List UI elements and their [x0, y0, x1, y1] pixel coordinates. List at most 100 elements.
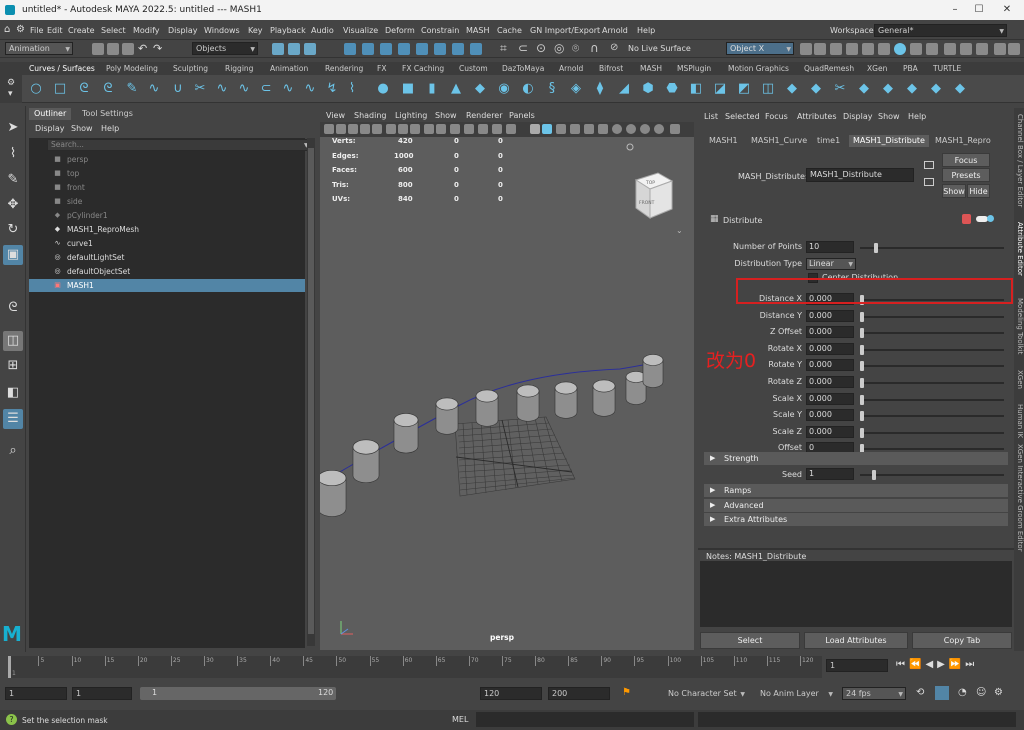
shelf-tab-sculpting[interactable]: Sculpting: [173, 64, 208, 73]
shelf-tab-quadremesh[interactable]: QuadRemesh: [804, 64, 854, 73]
character-icon[interactable]: ☺: [976, 687, 986, 698]
ae-tab-mash1-curve[interactable]: MASH1_Curve: [747, 135, 811, 147]
render-settings-icon[interactable]: [846, 43, 858, 55]
distribution-type-select[interactable]: Linear: [806, 258, 856, 270]
menu-mash[interactable]: MASH: [466, 26, 489, 35]
outliner-scrollbar[interactable]: [307, 138, 315, 646]
snap-point-icon[interactable]: ⊙: [536, 41, 546, 55]
scale-y-field[interactable]: 0.000: [806, 409, 854, 421]
shelf-tab-mash[interactable]: MASH: [640, 64, 662, 73]
playback-controls-icon[interactable]: ⏮⏪◀▶⏩⏭: [896, 659, 978, 670]
render-view-icon[interactable]: [800, 43, 812, 55]
shelf-tab-turtle[interactable]: TURTLE: [933, 64, 961, 73]
menu-audio[interactable]: Audio: [311, 26, 334, 35]
scale-y-slider-knob[interactable]: [860, 411, 864, 421]
rotate-tool-icon[interactable]: ↻: [3, 220, 23, 240]
select-surfaces-icon[interactable]: [398, 43, 410, 55]
viewport-menu-lighting[interactable]: Lighting: [395, 111, 427, 120]
undo-icon[interactable]: ↶: [138, 42, 147, 55]
ae-menu-help[interactable]: Help: [908, 112, 926, 121]
frame-ramps[interactable]: Ramps: [704, 484, 1008, 497]
menu-modify[interactable]: Modify: [133, 26, 160, 35]
home-icon[interactable]: ⌂: [4, 24, 10, 35]
menuset-select[interactable]: Animation: [5, 42, 73, 55]
planar-icon[interactable]: ◈: [568, 81, 584, 97]
menu-create[interactable]: Create: [68, 26, 95, 35]
time-ruler[interactable]: 1 5 10 15 20 25 30 35 40 45 50 55 60 65 70 75 80 85 90 95 1…: [8, 656, 822, 678]
detach-curves-icon[interactable]: ✂: [192, 81, 208, 97]
wireframe-on-shaded-icon[interactable]: [492, 124, 502, 134]
use-all-lights-icon[interactable]: [530, 124, 540, 134]
z-offset-slider-knob[interactable]: [860, 328, 864, 338]
outliner-item-mash1[interactable]: ▣ MASH1: [29, 279, 305, 292]
load-node-icon[interactable]: [924, 161, 934, 169]
redo-icon[interactable]: ↷: [153, 42, 162, 55]
open-scene-icon[interactable]: [107, 43, 119, 55]
extend-curve-icon[interactable]: ∿: [236, 81, 252, 97]
nurbs-cylinder-icon[interactable]: ▮: [424, 81, 440, 97]
side-tab-human-ik[interactable]: Human IK: [1014, 404, 1024, 438]
layout-toggle-icon[interactable]: [994, 43, 1006, 55]
workspace-select[interactable]: General*: [874, 24, 1007, 37]
untrim-icon[interactable]: ◆: [784, 81, 800, 97]
resolution-gate-icon[interactable]: [398, 124, 408, 134]
snap-curve-icon[interactable]: ⊂: [518, 41, 528, 55]
select-button[interactable]: Select: [700, 632, 800, 649]
number-of-points-slider[interactable]: [860, 243, 1004, 253]
menu-gn-import-export[interactable]: GN Import/Export: [530, 26, 600, 35]
rotate-y-slider-knob[interactable]: [860, 361, 864, 371]
select-rendering-icon[interactable]: [452, 43, 464, 55]
outliner-search[interactable]: Search... ▼: [47, 139, 312, 151]
shelf-tab-daztomaya[interactable]: DazToMaya: [502, 64, 544, 73]
animation-start-field[interactable]: 1: [5, 687, 67, 700]
rotate-z-slider[interactable]: [860, 378, 1004, 388]
seed-field[interactable]: 1: [806, 468, 854, 480]
cylinder-instance[interactable]: [352, 439, 380, 484]
extrude-icon[interactable]: ⧫: [592, 81, 608, 97]
close-button[interactable]: ✕: [998, 3, 1016, 17]
minimize-button[interactable]: –: [946, 3, 964, 17]
tab-tool-settings[interactable]: Tool Settings: [77, 108, 138, 120]
outliner-item-pcylinder1[interactable]: ◆ pCylinder1: [29, 209, 305, 222]
cylinder-instance[interactable]: [592, 379, 616, 417]
auto-key-icon[interactable]: ⚑: [622, 687, 631, 698]
outliner-scroll-thumb[interactable]: [308, 148, 314, 634]
mel-input[interactable]: [476, 712, 694, 727]
side-tab-modeling-toolkit[interactable]: Modeling Toolkit: [1014, 298, 1024, 354]
ae-tab-mash1-repro[interactable]: MASH1_Repro: [931, 135, 995, 147]
mash-node-icon[interactable]: [962, 214, 971, 224]
new-scene-icon[interactable]: [92, 43, 104, 55]
outliner-menu-show[interactable]: Show: [71, 124, 93, 133]
snap-grid-icon[interactable]: ⌗: [500, 41, 507, 56]
loft-icon[interactable]: §: [544, 81, 560, 97]
cylinder-instance[interactable]: [435, 397, 459, 435]
smooth-shade-icon[interactable]: [478, 124, 488, 134]
outliner-item-curve1[interactable]: ∿ curve1: [29, 237, 305, 250]
viewport-panel[interactable]: View Shading Lighting Show Renderer Pane…: [320, 108, 694, 650]
frame-strength[interactable]: Strength: [704, 452, 1008, 465]
menu-edit[interactable]: Edit: [47, 26, 63, 35]
shelf-tab-arnold[interactable]: Arnold: [559, 64, 583, 73]
save-scene-icon[interactable]: [122, 43, 134, 55]
outliner-item-mash1-repromesh[interactable]: ◆ MASH1_ReproMesh: [29, 223, 305, 236]
channel-box-toggle-icon[interactable]: [976, 43, 988, 55]
image-plane-icon[interactable]: [360, 124, 370, 134]
anim-layer-select[interactable]: No Anim Layer: [756, 687, 836, 700]
cylinder-instance[interactable]: [642, 354, 664, 388]
viewcube-home-icon[interactable]: [626, 143, 634, 151]
scale-z-field[interactable]: 0.000: [806, 426, 854, 438]
node-name-field[interactable]: MASH1_Distribute: [806, 168, 914, 182]
shelf-tab-rigging[interactable]: Rigging: [225, 64, 253, 73]
menu-arnold[interactable]: Arnold: [602, 26, 628, 35]
menu-help[interactable]: Help: [637, 26, 655, 35]
xray-icon[interactable]: [626, 124, 636, 134]
rotate-z-slider-knob[interactable]: [860, 378, 864, 388]
shelf-tab-animation[interactable]: Animation: [270, 64, 308, 73]
nurbs-cube-icon[interactable]: ■: [400, 81, 416, 97]
viewport-menu-show[interactable]: Show: [435, 111, 457, 120]
mel-label[interactable]: MEL: [452, 715, 468, 724]
snap-view-plane-icon[interactable]: ◎: [554, 41, 564, 55]
menu-display[interactable]: Display: [168, 26, 198, 35]
notes-divider[interactable]: [698, 548, 1014, 550]
snap-vertex-icon[interactable]: ∩: [590, 41, 599, 55]
